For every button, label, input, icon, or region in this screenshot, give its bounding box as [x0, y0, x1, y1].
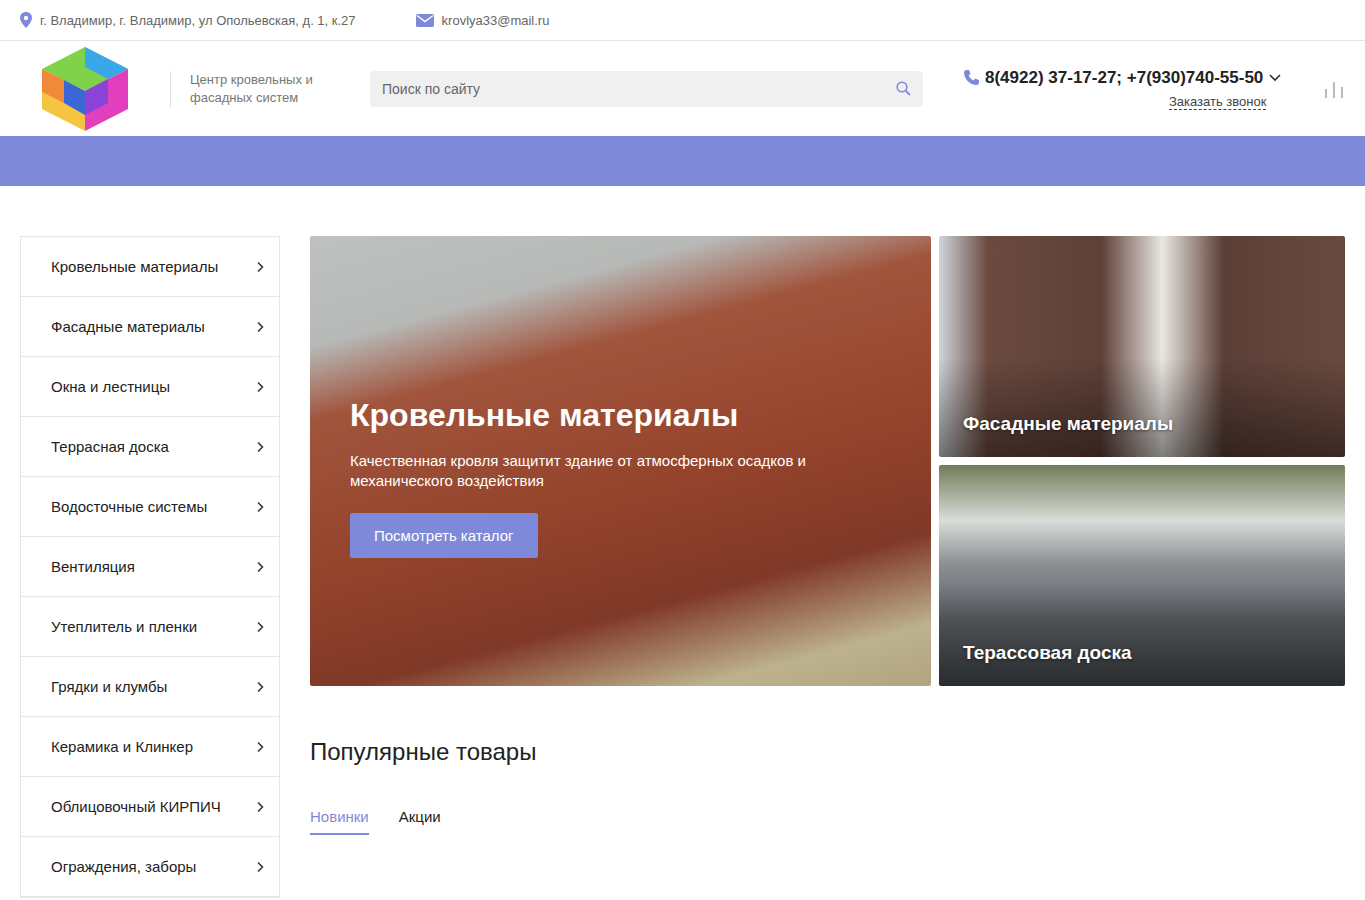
sidebar-item-label[interactable]: Утеплитель и пленки: [51, 618, 197, 635]
sidebar-item[interactable]: Фасадные материалы: [21, 297, 279, 357]
chevron-right-icon: [255, 261, 265, 273]
sidebar-item-label[interactable]: Террасная доска: [51, 438, 169, 455]
sidebar-item[interactable]: Ограждения, заборы: [21, 837, 279, 897]
top-bar: г. Владимир, г. Владимир, ул Опольевская…: [0, 0, 1365, 41]
content: Кровельные материалы Фасадные материалы Ок…: [0, 236, 1365, 898]
email-text[interactable]: krovlya33@mail.ru: [442, 13, 550, 28]
sidebar-item[interactable]: Утеплитель и пленки: [21, 597, 279, 657]
search-input[interactable]: [380, 80, 896, 98]
banner-text: Качественная кровля защитит здание от ат…: [350, 451, 840, 491]
callback-link[interactable]: Заказать звонок: [1169, 94, 1266, 110]
chevron-down-icon: [1268, 73, 1282, 83]
chevron-right-icon: [255, 621, 265, 633]
sidebar-item-label[interactable]: Окна и лестницы: [51, 378, 170, 395]
sidebar-item-label[interactable]: Вентиляция: [51, 558, 135, 575]
address-text: г. Владимир, г. Владимир, ул Опольевская…: [40, 13, 356, 28]
email[interactable]: krovlya33@mail.ru: [416, 13, 550, 28]
header-inner: Центр кровельных и фасадных систем 8(4922…: [0, 41, 1365, 136]
sidebar-item-label[interactable]: Водосточные системы: [51, 498, 207, 515]
sidebar-item-label[interactable]: Фасадные материалы: [51, 318, 205, 335]
phone-text[interactable]: 8(4922) 37-17-27; +7(930)740-55-50: [985, 68, 1263, 88]
phone-block: 8(4922) 37-17-27; +7(930)740-55-50 Заказа…: [963, 68, 1282, 110]
address: г. Владимир, г. Владимир, ул Опольевская…: [20, 12, 356, 28]
chevron-right-icon: [255, 501, 265, 513]
section-title: Популярные товары: [310, 738, 1345, 766]
chevron-right-icon: [255, 441, 265, 453]
chevron-right-icon: [255, 321, 265, 333]
chevron-right-icon: [255, 801, 265, 813]
sidebar-item[interactable]: Грядки и клумбы: [21, 657, 279, 717]
sidebar-item[interactable]: Террасная доска: [21, 417, 279, 477]
chevron-right-icon: [255, 381, 265, 393]
chevron-right-icon: [255, 741, 265, 753]
sidebar-item-label[interactable]: Кровельные материалы: [51, 258, 218, 275]
mail-icon: [416, 14, 434, 27]
sidebar-item[interactable]: Кровельные материалы: [21, 237, 279, 297]
chevron-right-icon: [255, 681, 265, 693]
main: Кровельные материалы Качественная кровля …: [310, 236, 1345, 898]
sidebar-item-label[interactable]: Облицовочный КИРПИЧ: [51, 798, 221, 815]
sidebar-item[interactable]: Водосточные системы: [21, 477, 279, 537]
header: Центр кровельных и фасадных систем 8(4922…: [0, 41, 1365, 136]
chart-icon[interactable]: [1323, 79, 1345, 99]
chevron-right-icon: [255, 561, 265, 573]
location-icon: [20, 12, 32, 28]
sidebar-item[interactable]: Облицовочный КИРПИЧ: [21, 777, 279, 837]
top-bar-inner: г. Владимир, г. Владимир, ул Опольевская…: [0, 0, 1365, 40]
tab[interactable]: Новинки: [310, 808, 369, 835]
sidebar-item-label[interactable]: Ограждения, заборы: [51, 858, 196, 875]
tagline: Центр кровельных и фасадных систем: [170, 71, 330, 107]
category-card-title[interactable]: Фасадные материалы: [963, 413, 1173, 435]
tabs: Новинки Акции: [310, 808, 1345, 835]
category-card[interactable]: Фасадные материалы: [939, 236, 1345, 457]
chevron-right-icon: [255, 861, 265, 873]
search-icon: [896, 81, 911, 96]
banners: Кровельные материалы Качественная кровля …: [310, 236, 1345, 686]
category-card-title[interactable]: Терассовая доска: [963, 642, 1132, 664]
sidebar-item[interactable]: Вентиляция: [21, 537, 279, 597]
sidebar: Кровельные материалы Фасадные материалы Ок…: [20, 236, 280, 898]
main-banner[interactable]: Кровельные материалы Качественная кровля …: [310, 236, 931, 686]
sidebar-item-label[interactable]: Керамика и Клинкер: [51, 738, 193, 755]
tab[interactable]: Акции: [399, 808, 441, 835]
sidebar-item-label[interactable]: Грядки и клумбы: [51, 678, 167, 695]
catalog-button[interactable]: Посмотреть каталог: [350, 513, 538, 558]
sidebar-item[interactable]: Окна и лестницы: [21, 357, 279, 417]
search-field[interactable]: [370, 71, 923, 107]
phone-icon: [963, 69, 980, 86]
side-banners: Фасадные материалы Терассовая доска: [939, 236, 1345, 686]
banner-title: Кровельные материалы: [350, 395, 891, 435]
sidebar-item[interactable]: Керамика и Клинкер: [21, 717, 279, 777]
phone[interactable]: 8(4922) 37-17-27; +7(930)740-55-50: [963, 68, 1282, 88]
logo-icon[interactable]: [38, 45, 133, 133]
menu-band: [0, 136, 1365, 186]
category-card[interactable]: Терассовая доска: [939, 465, 1345, 686]
